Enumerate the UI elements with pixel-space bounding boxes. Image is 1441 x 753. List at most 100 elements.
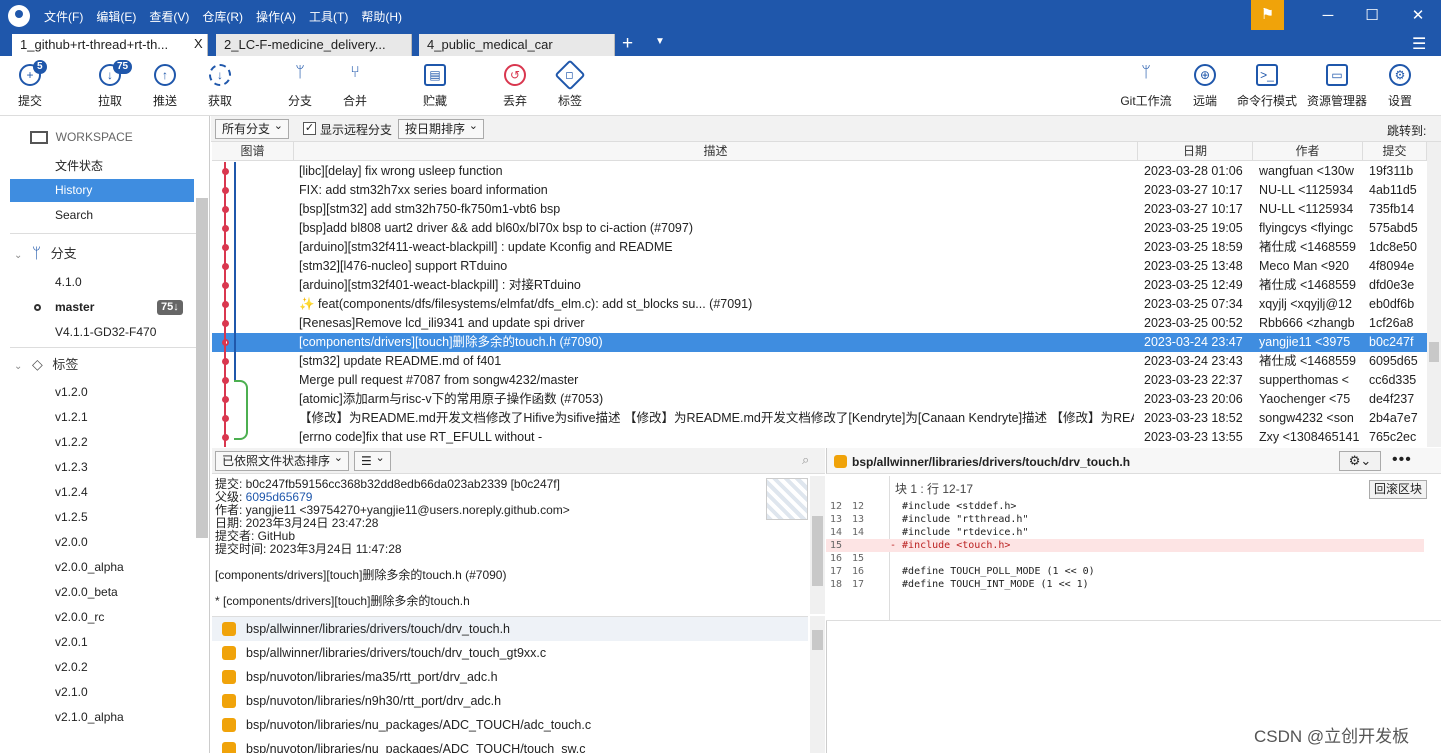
menu-file[interactable]: 文件(F) [44, 8, 83, 25]
show-remote-checkbox[interactable]: ✓ [303, 122, 316, 135]
tab-close-icon[interactable]: X [194, 36, 203, 51]
column-date[interactable]: 日期 [1138, 142, 1253, 161]
tag-item[interactable]: v1.2.5 [55, 505, 88, 530]
file-row[interactable]: bsp/nuvoton/libraries/ma35/rtt_port/drv_… [212, 665, 808, 689]
file-row[interactable]: bsp/allwinner/libraries/drivers/touch/dr… [212, 641, 808, 665]
menu-help[interactable]: 帮助(H) [361, 8, 402, 25]
tag-item[interactable]: v2.0.2 [55, 655, 88, 680]
file-row[interactable]: bsp/nuvoton/libraries/nu_packages/ADC_TO… [212, 737, 808, 753]
tags-header[interactable]: ⌄ ◇ 标签 [14, 352, 78, 376]
commit-row[interactable]: ✨ feat(components/dfs/filesystems/elmfat… [212, 295, 1427, 314]
sidebar-scrollbar[interactable] [196, 198, 208, 538]
commit-row[interactable]: [atomic]添加arm与risc-v下的常用原子操作函数 (#7053) 20… [212, 390, 1427, 409]
detail-scrollbar[interactable] [810, 476, 825, 614]
menu-actions[interactable]: 操作(A) [256, 8, 296, 25]
commit-row[interactable]: [Renesas]Remove lcd_ili9341 and update s… [212, 314, 1427, 333]
tag-item[interactable]: v1.2.4 [55, 480, 88, 505]
sort-order-dropdown[interactable]: 按日期排序 [398, 117, 485, 139]
diff-options-gear-icon[interactable]: ⚙⌄ [1339, 451, 1381, 471]
tag-item[interactable]: v1.2.2 [55, 430, 88, 455]
terminal-button[interactable]: >_ 命令行模式 [1235, 56, 1299, 114]
push-label: 推送 [152, 94, 177, 108]
commit-row[interactable]: [arduino][stm32f401-weact-blackpill] : 对… [212, 276, 1427, 295]
column-author[interactable]: 作者 [1253, 142, 1363, 161]
modified-file-icon [222, 622, 236, 636]
tag-button[interactable]: ◇ 标签 [550, 56, 590, 114]
repo-tab-2[interactable]: 2_LC-F-medicine_delivery... [216, 34, 412, 56]
commit-row-selected[interactable]: [components/drivers][touch]删除多余的touch.h … [212, 333, 1427, 352]
add-tab-icon[interactable]: + [622, 34, 633, 54]
tag-item[interactable]: v2.0.0 [55, 530, 88, 555]
more-options-icon[interactable]: ••• [1392, 451, 1412, 469]
file-row[interactable]: bsp/allwinner/libraries/drivers/touch/dr… [212, 617, 808, 641]
file-row[interactable]: bsp/nuvoton/libraries/nu_packages/ADC_TO… [212, 713, 808, 737]
tag-item[interactable]: v2.0.1 [55, 630, 88, 655]
close-icon[interactable]: ✕ [1396, 0, 1440, 32]
minimize-icon[interactable]: ─ [1306, 0, 1350, 32]
commit-row[interactable]: 【修改】为README.md开发文档修改了Hifive为sifive描述 【修改… [212, 409, 1427, 428]
column-description[interactable]: 描述 [294, 142, 1138, 161]
hamburger-menu-icon[interactable]: ☰ [1412, 34, 1426, 54]
parent-commit-link[interactable]: 6095d65679 [246, 490, 313, 504]
tag-item[interactable]: v2.0.0_alpha [55, 555, 124, 580]
view-mode-dropdown[interactable]: ☰ [354, 449, 391, 471]
commit-row[interactable]: [arduino][stm32f411-weact-blackpill] : u… [212, 238, 1427, 257]
tag-item[interactable]: v2.1.0_alpha [55, 705, 124, 730]
maximize-icon[interactable]: ☐ [1350, 0, 1394, 32]
gitflow-button[interactable]: ᛘ Git工作流 [1115, 56, 1177, 114]
sidebar-item-file-status[interactable]: 文件状态 [10, 155, 194, 178]
tag-item[interactable]: v1.2.1 [55, 405, 88, 430]
tag-item[interactable]: v2.1.0 [55, 680, 88, 705]
tag-item[interactable]: v1.2.3 [55, 455, 88, 480]
settings-button[interactable]: ⚙ 设置 [1380, 56, 1420, 114]
commit-row[interactable]: [bsp][stm32] add stm32h750-fk750m1-vbt6 … [212, 200, 1427, 219]
branch-item-master[interactable]: master [55, 295, 94, 320]
menu-view[interactable]: 查看(V) [149, 8, 189, 25]
scrollbar-thumb[interactable] [812, 516, 823, 586]
commit-row[interactable]: FIX: add stm32h7xx series board informat… [212, 181, 1427, 200]
explorer-button[interactable]: ▭ 资源管理器 [1305, 56, 1369, 114]
commit-row[interactable]: [libc][delay] fix wrong usleep function 2… [212, 162, 1427, 181]
search-icon[interactable]: ⌕ [802, 452, 809, 468]
repo-tab-3[interactable]: 4_public_medical_car [419, 34, 615, 56]
menu-edit[interactable]: 编辑(E) [96, 8, 136, 25]
branch-item[interactable]: V4.1.1-GD32-F470 [55, 320, 156, 345]
commit-row[interactable]: [bsp]add bl808 uart2 driver && add bl60x… [212, 219, 1427, 238]
commit-row[interactable]: Merge pull request #7087 from songw4232/… [212, 371, 1427, 390]
commit-row[interactable]: [stm32] update README.md of f401 2023-03-… [212, 352, 1427, 371]
tab-dropdown-icon[interactable]: ▼ [655, 36, 665, 47]
branch-button[interactable]: ᛘ 分支 [280, 56, 320, 114]
commit-row[interactable]: [stm32][l476-nucleo] support RTduino 2023… [212, 257, 1427, 276]
jump-to-label[interactable]: 跳转到: [1387, 122, 1426, 139]
branch-filter-dropdown[interactable]: 所有分支 [215, 117, 290, 139]
branches-header[interactable]: ⌄ ᛘ 分支 [14, 242, 77, 266]
revert-hunk-button[interactable]: 回滚区块 [1369, 480, 1428, 499]
file-row[interactable]: bsp/nuvoton/libraries/n9h30/rtt_port/drv… [212, 689, 808, 713]
pull-button[interactable]: ↓ 75 拉取 [90, 56, 133, 114]
menu-tools[interactable]: 工具(T) [309, 8, 348, 25]
commit-list-scrollbar[interactable] [1427, 142, 1441, 447]
flag-icon[interactable]: ⚑ [1251, 0, 1284, 30]
merge-button[interactable]: ⑂ 合并 [335, 56, 375, 114]
sidebar-item-history[interactable]: History [10, 179, 194, 202]
commit-row[interactable]: [errno code]fix that use RT_EFULL withou… [212, 428, 1427, 447]
tag-item[interactable]: v1.2.0 [55, 380, 88, 405]
push-button[interactable]: ↑ 推送 [145, 56, 185, 114]
remote-button[interactable]: ⊕ 远端 [1185, 56, 1225, 114]
repo-tab-1[interactable]: 1_github+rt-thread+rt-th... [12, 34, 208, 56]
column-commit[interactable]: 提交 [1363, 142, 1427, 161]
fetch-button[interactable]: ↓ 获取 [200, 56, 240, 114]
scrollbar-thumb[interactable] [812, 630, 823, 650]
stash-button[interactable]: ▤ 贮藏 [415, 56, 455, 114]
sidebar-item-search[interactable]: Search [10, 204, 194, 227]
file-sort-dropdown[interactable]: 已依照文件状态排序 [215, 449, 350, 471]
scrollbar-thumb[interactable] [1429, 342, 1439, 362]
commit-button[interactable]: +5 提交 [10, 56, 50, 114]
file-list-scrollbar[interactable] [810, 616, 825, 753]
tag-item[interactable]: v2.0.0_rc [55, 605, 104, 630]
tag-item[interactable]: v2.0.0_beta [55, 580, 118, 605]
menu-repository[interactable]: 仓库(R) [202, 8, 243, 25]
discard-button[interactable]: ↺ 丢弃 [495, 56, 535, 114]
column-graph[interactable]: 图谱 [212, 142, 294, 161]
branch-item[interactable]: 4.1.0 [55, 270, 82, 295]
